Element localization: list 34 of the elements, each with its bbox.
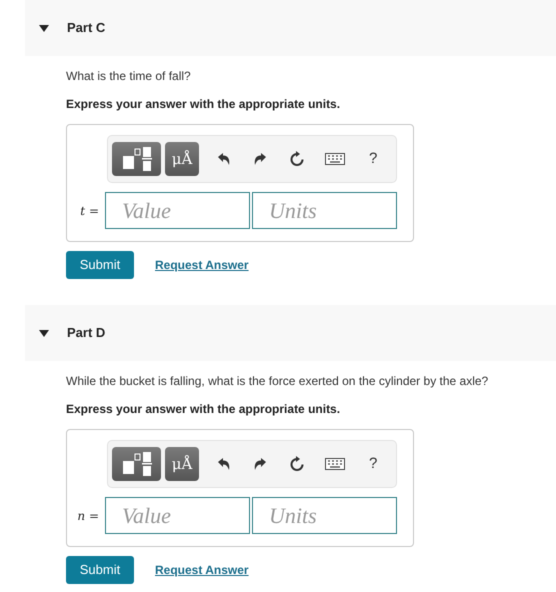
undo-icon[interactable] [217, 457, 231, 471]
instruction-text: Express your answer with the appropriate units. [66, 401, 342, 418]
keyboard-icon[interactable] [325, 458, 345, 470]
value-field[interactable]: Value [105, 497, 250, 534]
units-button[interactable]: μÅ [165, 447, 199, 481]
submit-button[interactable]: Submit [66, 251, 134, 279]
instruction-text: Express your answer with the appropriate units. [66, 96, 342, 113]
part-header[interactable]: Part C [25, 0, 556, 56]
variable-label: t = [79, 202, 100, 220]
reset-icon[interactable] [289, 456, 305, 472]
units-button[interactable]: μÅ [165, 142, 199, 176]
request-answer-link[interactable]: Request Answer [155, 561, 249, 579]
units-field[interactable]: Units [252, 192, 397, 229]
undo-icon[interactable] [217, 152, 231, 166]
template-button[interactable] [112, 142, 161, 176]
question-text: While the bucket is falling, what is the force exerted on the cylinder by the axle? [66, 373, 490, 390]
template-icon [120, 146, 152, 172]
reset-icon[interactable] [289, 151, 305, 167]
variable-label: n = [76, 508, 100, 524]
request-answer-link[interactable]: Request Answer [155, 256, 249, 274]
part-title: Part D [67, 324, 106, 342]
template-button[interactable] [112, 447, 161, 481]
submit-button[interactable]: Submit [66, 556, 134, 584]
question-text: What is the time of fall? [66, 68, 192, 85]
units-field[interactable]: Units [252, 497, 397, 534]
keyboard-icon[interactable] [325, 153, 345, 165]
part-header[interactable]: Part D [25, 305, 556, 361]
help-button[interactable]: ? [369, 148, 378, 170]
part-title: Part C [67, 19, 106, 38]
help-button[interactable]: ? [369, 452, 378, 476]
value-field[interactable]: Value [105, 192, 250, 229]
redo-icon[interactable] [253, 457, 267, 471]
redo-icon[interactable] [253, 152, 267, 166]
template-icon [120, 451, 152, 477]
